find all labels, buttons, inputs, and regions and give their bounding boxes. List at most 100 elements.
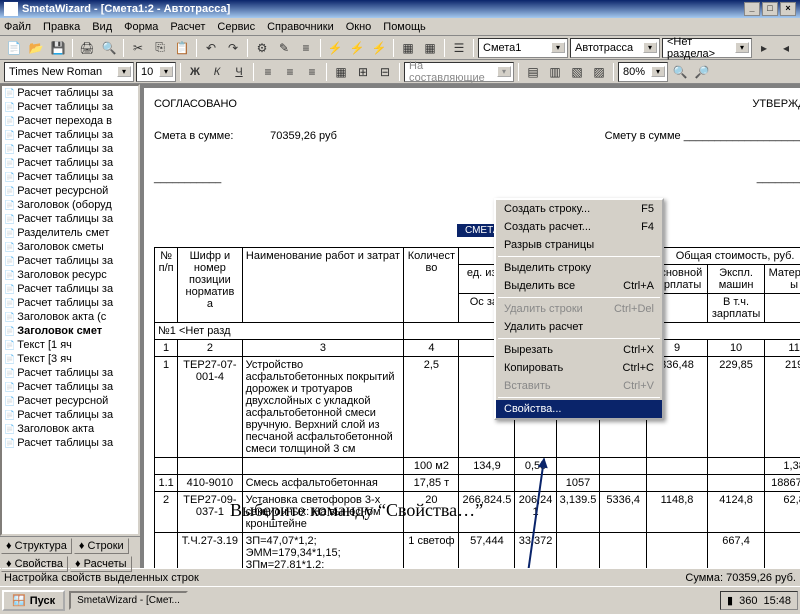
zoomout-icon[interactable]: 🔎 [692,62,712,82]
preview-icon[interactable]: 🔍 [99,38,119,58]
section-combo[interactable]: Автотрасса [570,38,660,58]
maximize-button[interactable]: □ [762,2,778,16]
tree-item[interactable]: Заголовок сметы [2,240,138,254]
menu-Правка[interactable]: Правка [43,21,80,33]
start-button[interactable]: 🪟 Пуск [2,590,65,611]
tree-item[interactable]: Расчет таблицы за [2,86,138,100]
tree-item[interactable]: Расчет таблицы за [2,282,138,296]
tree-item[interactable]: Заголовок смет [2,324,138,338]
tree-item[interactable]: Расчет таблицы за [2,156,138,170]
menu-Помощь[interactable]: Помощь [383,21,426,33]
tree-item[interactable]: Заголовок акта (с [2,310,138,324]
tool-icon[interactable]: ⚙ [252,38,272,58]
tree-item[interactable]: Текст [1 яч [2,338,138,352]
tree-item[interactable]: Расчет таблицы за [2,100,138,114]
list-icon[interactable]: ☰ [449,38,469,58]
align-center-icon[interactable]: ≡ [280,62,300,82]
tray-icon[interactable]: 360 [739,595,757,607]
tool-d-icon[interactable]: ▨ [589,62,609,82]
tray-icon[interactable]: ▮ [727,594,733,607]
copy-icon[interactable]: ⎘ [150,38,170,58]
merge-icon[interactable]: ⊞ [353,62,373,82]
bolt2-icon[interactable]: ⚡ [347,38,367,58]
fontsize-combo[interactable]: 10 [136,62,176,82]
tree-item[interactable]: Заголовок акта [2,422,138,436]
align-right-icon[interactable]: ≡ [302,62,322,82]
ctx-item[interactable]: Создать расчет...F4 [496,218,662,236]
ctx-item[interactable]: КопироватьCtrl+C [496,359,662,377]
tree-item[interactable]: Расчет таблицы за [2,436,138,450]
ctx-item[interactable]: Выделить всеCtrl+A [496,277,662,295]
zoomin-icon[interactable]: 🔍 [670,62,690,82]
tool-c-icon[interactable]: ▧ [567,62,587,82]
print-icon[interactable]: 🖨 [77,38,97,58]
division-combo[interactable]: <Нет раздела> [662,38,752,58]
redo-icon[interactable]: ↷ [223,38,243,58]
split-icon[interactable]: ⊟ [375,62,395,82]
estimate-table[interactable]: № п/пШифр и номер позиции норматив аНаим… [154,247,800,568]
undo-icon[interactable]: ↶ [201,38,221,58]
taskbar-item[interactable]: SmetaWizard - [Смет... [69,591,188,610]
nav-icon[interactable]: ▸ [754,38,774,58]
tree-item[interactable]: Расчет ресурсной [2,394,138,408]
minimize-button[interactable]: _ [744,2,760,16]
close-button[interactable]: × [780,2,796,16]
font-combo[interactable]: Times New Roman [4,62,134,82]
ctx-item[interactable]: Выделить строку [496,259,662,277]
align-left-icon[interactable]: ≡ [258,62,278,82]
bolt-icon[interactable]: ⚡ [325,38,345,58]
tree-tab[interactable]: ♦ Расчеты [70,556,132,572]
zoom-combo[interactable]: 80% [618,62,668,82]
bold-icon[interactable]: Ж [185,62,205,82]
ctx-item[interactable]: Разрыв страницы [496,236,662,254]
tool2-icon[interactable]: ✎ [274,38,294,58]
menu-Расчет[interactable]: Расчет [170,21,205,33]
menu-Файл[interactable]: Файл [4,21,31,33]
tree-item[interactable]: Расчет таблицы за [2,254,138,268]
ctx-item[interactable]: Создать строку...F5 [496,200,662,218]
bolt3-icon[interactable]: ⚡ [369,38,389,58]
underline-icon[interactable]: Ч [229,62,249,82]
nav2-icon[interactable]: ◂ [776,38,796,58]
doc-combo[interactable]: Смета1 [478,38,568,58]
tree-item[interactable]: Расчет таблицы за [2,142,138,156]
tree-item[interactable]: Расчет ресурсной [2,184,138,198]
document-area[interactable]: СОГЛАСОВАНО УТВЕРЖДАЮ Смета в сумме: 703… [140,84,800,568]
menu-Окно[interactable]: Окно [346,21,372,33]
tree-item[interactable]: Расчет таблицы за [2,128,138,142]
tree-item[interactable]: Расчет таблицы за [2,408,138,422]
system-tray[interactable]: ▮ 360 15:48 [720,591,798,610]
cut-icon[interactable]: ✂ [128,38,148,58]
tool3-icon[interactable]: ≡ [296,38,316,58]
menu-Справочники[interactable]: Справочники [267,21,334,33]
paste-icon[interactable]: 📋 [172,38,192,58]
structure-tree[interactable]: Расчет таблицы заРасчет таблицы заРасчет… [0,84,140,536]
ctx-item[interactable]: ВырезатьCtrl+X [496,341,662,359]
tree-item[interactable]: Расчет таблицы за [2,380,138,394]
open-icon[interactable]: 📂 [26,38,46,58]
tree-item[interactable]: Текст [3 яч [2,352,138,366]
tool-a-icon[interactable]: ▤ [523,62,543,82]
new-icon[interactable]: 📄 [4,38,24,58]
tree-item[interactable]: Расчет таблицы за [2,296,138,310]
tree-tab[interactable]: ♦ Структура [1,538,72,554]
menu-Форма[interactable]: Форма [124,21,158,33]
tree-tab[interactable]: ♦ Свойства [1,556,68,572]
tool-b-icon[interactable]: ▥ [545,62,565,82]
tbl-icon[interactable]: ▦ [398,38,418,58]
tree-item[interactable]: Расчет таблицы за [2,170,138,184]
tree-item[interactable]: Разделитель смет [2,226,138,240]
tree-tab[interactable]: ♦ Строки [74,538,129,554]
tree-item[interactable]: Заголовок (оборуд [2,198,138,212]
tree-item[interactable]: Расчет таблицы за [2,366,138,380]
tbl2-icon[interactable]: ▦ [420,38,440,58]
tree-item[interactable]: Заголовок ресурс [2,268,138,282]
border-icon[interactable]: ▦ [331,62,351,82]
menu-Вид[interactable]: Вид [92,21,112,33]
tree-item[interactable]: Расчет перехода в [2,114,138,128]
ctx-item[interactable]: Свойства... [496,400,662,418]
menu-Сервис[interactable]: Сервис [217,21,255,33]
components-combo[interactable]: На составляющие [404,62,514,82]
tree-item[interactable]: Расчет таблицы за [2,212,138,226]
italic-icon[interactable]: К [207,62,227,82]
